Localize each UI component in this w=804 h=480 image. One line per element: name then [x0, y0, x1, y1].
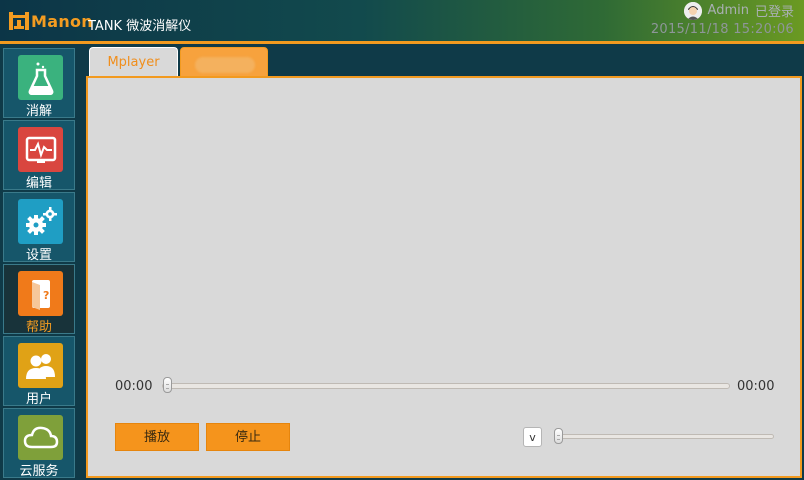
tab-secondary[interactable] [180, 47, 268, 77]
sidebar-item-digest[interactable]: 消解 [3, 48, 75, 119]
sidebar-item-settings[interactable]: 设置 [3, 192, 75, 263]
username: Admin [707, 3, 749, 18]
login-status: 已登录 [754, 5, 794, 20]
tab-secondary-label [195, 57, 255, 73]
help-book-icon: ? [18, 271, 63, 316]
svg-text:?: ? [43, 289, 49, 302]
volume-slider-handle[interactable] [554, 428, 563, 444]
users-icon [18, 343, 63, 388]
total-time: 00:00 [737, 379, 775, 394]
user-avatar-icon [683, 1, 702, 20]
play-button[interactable]: 播放 [115, 423, 199, 451]
sidebar-item-edit[interactable]: 编辑 [3, 120, 75, 191]
tab-mplayer[interactable]: Mplayer [89, 47, 178, 77]
brand-logo: Manon [8, 10, 93, 32]
sidebar-item-cloud[interactable]: 云服务 [3, 408, 75, 479]
current-time: 00:00 [115, 379, 153, 394]
mplayer-panel [86, 76, 802, 478]
gears-icon [18, 199, 63, 244]
waveform-icon [18, 127, 63, 172]
progress-slider[interactable] [162, 383, 730, 389]
cloud-icon [18, 415, 63, 460]
logo-icon [9, 12, 29, 30]
sidebar-item-label: 云服务 [19, 464, 59, 479]
progress-slider-handle[interactable] [163, 377, 172, 393]
datetime-display: 2015/11/18 15:20:06 [650, 22, 794, 37]
sidebar-item-label: 设置 [25, 248, 52, 263]
brand-name: Manon [31, 11, 93, 31]
stop-button[interactable]: 停止 [206, 423, 290, 451]
flask-icon [18, 55, 63, 100]
sidebar-item-users[interactable]: 用户 [3, 336, 75, 407]
sidebar-item-help[interactable]: ? 帮助 [3, 264, 75, 335]
sidebar-item-label: 帮助 [25, 320, 52, 335]
sidebar-item-label: 编辑 [25, 176, 52, 191]
user-info[interactable]: Admin 已登录 [683, 1, 794, 20]
avatar[interactable] [683, 1, 702, 20]
sidebar-item-label: 用户 [25, 392, 52, 407]
app-title: TANK 微波消解仪 [88, 19, 192, 34]
volume-slider[interactable] [554, 434, 774, 439]
volume-indicator[interactable]: v [523, 427, 542, 447]
sidebar: 消解 编辑 设置 ? 帮助 用户 云服务 [3, 48, 76, 480]
header-accent-line [0, 41, 804, 44]
sidebar-item-label: 消解 [25, 104, 52, 119]
